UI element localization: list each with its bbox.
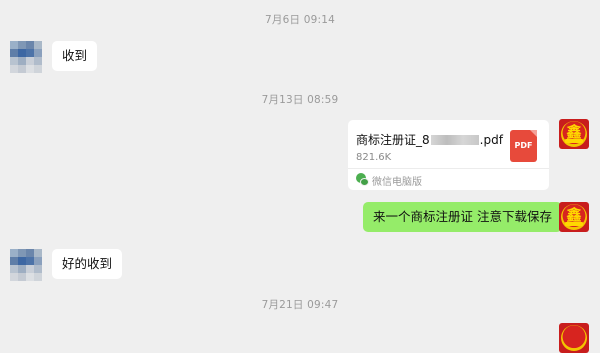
- file-source-label: 微信电脑版: [372, 177, 422, 188]
- avatar[interactable]: [559, 323, 589, 353]
- redacted-region: [430, 135, 479, 145]
- message-bubble[interactable]: 收到: [52, 41, 98, 71]
- file-size: 821.6K: [356, 152, 392, 163]
- avatar[interactable]: 鑫: [559, 202, 589, 232]
- message-bubble[interactable]: 来一个商标注册证 注意下载保存: [363, 202, 562, 232]
- wechat-icon: [356, 173, 369, 186]
- file-name-suffix: .pdf: [479, 133, 503, 147]
- pdf-file-icon: PDF: [510, 130, 537, 162]
- file-message-card[interactable]: 商标注册证_8 .pdf 821.6K PDF 微信电脑版: [348, 120, 549, 190]
- timestamp: 7月6日 09:14: [265, 14, 335, 26]
- message-bubble[interactable]: 好的收到: [52, 249, 123, 279]
- timestamp: 7月21日 09:47: [261, 299, 339, 311]
- file-name-prefix: 商标注册证_8: [356, 133, 430, 147]
- logo-glyph: 鑫: [566, 206, 582, 224]
- avatar[interactable]: 鑫: [559, 119, 589, 149]
- logo-glyph: 鑫: [566, 123, 582, 141]
- timestamp: 7月13日 08:59: [261, 94, 339, 106]
- divider: [348, 168, 549, 169]
- logo-banner: [565, 139, 583, 143]
- logo-banner: [565, 222, 583, 226]
- file-name: 商标注册证_8 .pdf: [356, 131, 503, 148]
- avatar[interactable]: [10, 249, 42, 281]
- avatar[interactable]: [10, 41, 42, 73]
